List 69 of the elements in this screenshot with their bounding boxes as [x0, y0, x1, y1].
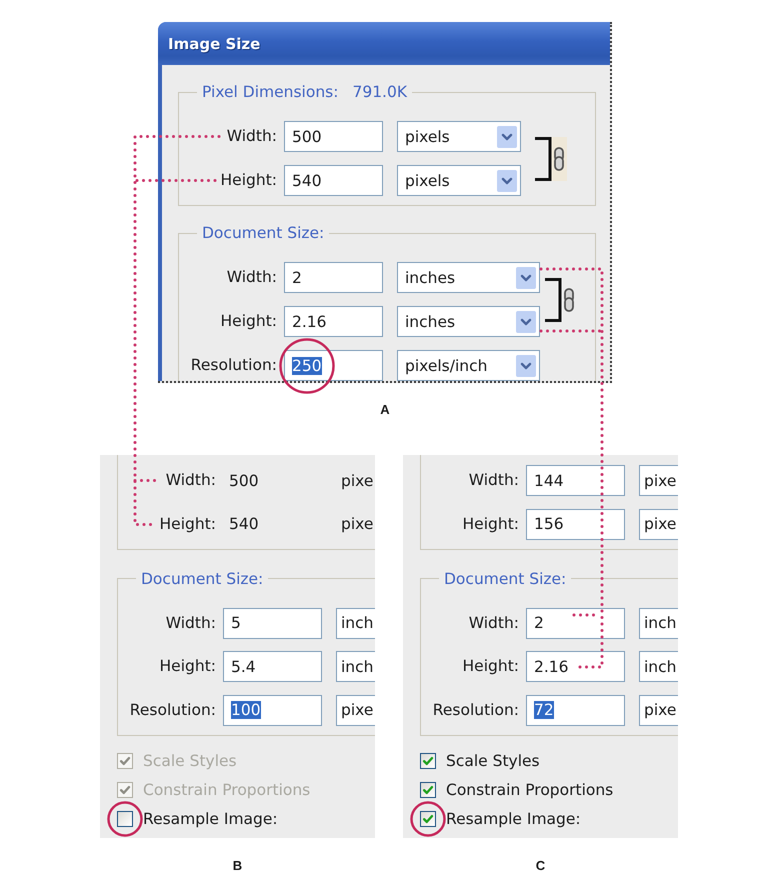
- checkbox[interactable]: [420, 753, 436, 769]
- field-label: Width:: [166, 614, 216, 632]
- field-label: Resolution:: [130, 700, 216, 718]
- field-label: Width:: [226, 127, 277, 145]
- checkmark-icon: [422, 813, 434, 825]
- unit-text: pixe: [341, 514, 374, 535]
- unit-dropdown[interactable]: inch: [639, 651, 678, 682]
- checkbox-label: Constrain Proportions: [446, 781, 614, 799]
- panel-letter: A: [380, 402, 390, 418]
- unit-dropdown[interactable]: inch: [336, 608, 375, 638]
- text-field[interactable]: 2: [284, 262, 383, 293]
- text-field[interactable]: 156: [526, 508, 625, 540]
- checkbox-label: Resample Image:: [143, 810, 278, 828]
- unit-dropdown[interactable]: pixe: [639, 508, 678, 540]
- value-text: 540: [229, 514, 259, 535]
- text-field[interactable]: 5.4: [223, 651, 322, 682]
- panel-letter: C: [536, 858, 546, 874]
- group-title: Document Size:: [202, 224, 324, 242]
- checkmark-icon: [119, 784, 131, 796]
- text-field[interactable]: 5: [223, 608, 322, 638]
- checkbox[interactable]: [420, 811, 436, 827]
- text-field[interactable]: 2.16: [284, 306, 383, 337]
- checkbox-label: Resample Image:: [446, 810, 581, 828]
- text-field[interactable]: 144: [526, 465, 625, 496]
- text-field[interactable]: 100: [223, 694, 322, 726]
- panel-letter: B: [232, 858, 242, 874]
- text-field[interactable]: 2: [526, 608, 625, 638]
- checkbox-label: Constrain Proportions: [143, 781, 310, 799]
- field-label: Height:: [160, 514, 216, 532]
- unit-dropdown[interactable]: inches: [397, 262, 540, 293]
- field-label: Width:: [468, 614, 519, 632]
- value-text: 500: [229, 470, 259, 492]
- field-label: Height:: [220, 171, 277, 189]
- field-label: Resolution:: [432, 700, 519, 718]
- unit-dropdown[interactable]: pixe: [336, 694, 375, 726]
- unit-dropdown[interactable]: pixe: [639, 694, 678, 726]
- checkbox-label: Scale Styles: [143, 752, 237, 770]
- unit-dropdown[interactable]: pixels: [397, 165, 521, 196]
- field-label: Height:: [462, 657, 519, 675]
- unit-dropdown[interactable]: inch: [336, 651, 375, 682]
- checkbox[interactable]: [420, 782, 436, 798]
- field-label: Height:: [160, 657, 216, 675]
- text-field[interactable]: 72: [526, 694, 625, 726]
- window-title: Image Size: [168, 34, 260, 52]
- group-title: Document Size:: [444, 570, 566, 588]
- unit-text: pixe: [341, 470, 374, 492]
- file-size-text: 791.0K: [352, 83, 408, 101]
- text-field[interactable]: 2.16: [526, 651, 625, 682]
- checkmark-icon: [422, 755, 434, 767]
- field-label: Height:: [220, 312, 277, 330]
- text-field[interactable]: 500: [284, 121, 383, 152]
- field-label: Width:: [166, 471, 216, 489]
- text-field[interactable]: 250: [284, 350, 383, 381]
- checkbox[interactable]: [117, 811, 133, 827]
- group-title: Pixel Dimensions:: [202, 83, 338, 101]
- field-label: Width:: [226, 268, 277, 286]
- text-field[interactable]: 540: [284, 165, 383, 196]
- group-title: Document Size:: [141, 570, 264, 588]
- unit-dropdown[interactable]: inches: [397, 306, 540, 337]
- unit-dropdown[interactable]: pixe: [639, 465, 678, 496]
- checkbox-label: Scale Styles: [446, 752, 540, 770]
- field-label: Resolution:: [190, 356, 277, 374]
- checkmark-icon: [119, 755, 131, 767]
- field-label: Height:: [462, 514, 519, 532]
- unit-dropdown[interactable]: pixels: [397, 121, 521, 152]
- unit-dropdown[interactable]: inch: [639, 608, 678, 638]
- checkmark-icon: [422, 784, 434, 796]
- field-label: Width:: [468, 471, 519, 489]
- unit-dropdown[interactable]: pixels/inch: [397, 350, 540, 381]
